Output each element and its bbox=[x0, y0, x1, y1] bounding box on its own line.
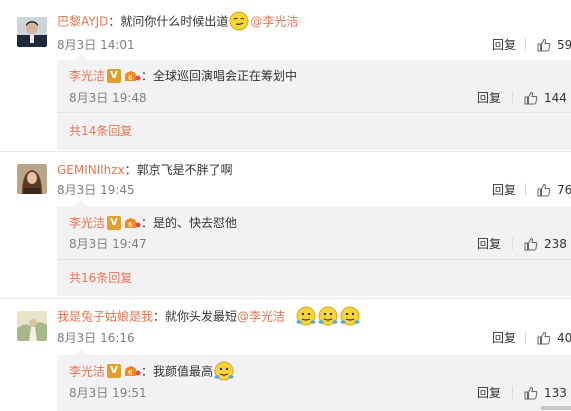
smirk-emoji-icon bbox=[229, 11, 249, 31]
sub-like-button[interactable]: 144 bbox=[524, 90, 567, 106]
divider bbox=[512, 91, 513, 104]
horizontal-scrollbar[interactable] bbox=[541, 406, 571, 410]
like-count: 133 bbox=[544, 386, 567, 400]
sub-reply-line: 李光洁 V 6 ：全球巡回演唱会正在筹划中 bbox=[69, 67, 297, 85]
comment-item: 我是兔子姑娘是我：就你头发最短@李光洁 8月3日 16:16 回复 40 李光洁… bbox=[0, 299, 571, 411]
svg-text:6: 6 bbox=[128, 369, 133, 377]
like-count: 59 bbox=[557, 38, 571, 52]
comment-text: ：就你头发最短 bbox=[153, 309, 238, 324]
more-replies-link[interactable]: 共16条回复 bbox=[69, 270, 132, 286]
sub-reply-time: 8月3日 19:51 bbox=[69, 386, 147, 400]
avatar[interactable] bbox=[17, 311, 47, 341]
reply-button[interactable]: 回复 bbox=[492, 37, 516, 53]
like-count: 238 bbox=[544, 237, 567, 251]
more-replies-link[interactable]: 共14条回复 bbox=[69, 123, 132, 139]
comment-text: ：就问你什么时候出道 bbox=[108, 14, 229, 29]
comment-item: GEMINIlhzx：郭京飞是不胖了啊 8月3日 19:45 回复 76 李光洁… bbox=[0, 152, 571, 296]
comment-item: 巴黎AYJD：就问你什么时候出道 @李光洁 8月3日 14:01 回复 59 李光… bbox=[0, 0, 571, 150]
svg-text:6: 6 bbox=[128, 74, 133, 82]
sub-reply-box: 李光洁 V 6 ：我颜值最高 8月3日 19:51 回复 133 bbox=[57, 349, 571, 411]
awkward-smile-emoji-icon bbox=[318, 306, 338, 326]
like-count: 76 bbox=[557, 183, 571, 197]
caret bbox=[75, 200, 87, 206]
member-level-icon: 6 bbox=[125, 366, 141, 377]
verified-v-icon: V bbox=[107, 215, 122, 230]
thumbs-up-icon bbox=[537, 38, 551, 52]
divider bbox=[525, 331, 526, 344]
comment-mention[interactable]: @李光洁 bbox=[250, 15, 298, 29]
thumbs-up-icon bbox=[524, 386, 538, 400]
thumbs-up-icon bbox=[524, 237, 538, 251]
emoji-group bbox=[295, 306, 361, 326]
sub-reply-button[interactable]: 回复 bbox=[477, 385, 501, 401]
comment-time: 8月3日 14:01 bbox=[57, 38, 135, 52]
sub-reply-username[interactable]: 李光洁 bbox=[69, 216, 105, 230]
avatar[interactable] bbox=[17, 164, 47, 194]
sub-reply-text: ：我颜值最高 bbox=[141, 364, 214, 379]
divider bbox=[57, 259, 571, 260]
divider bbox=[525, 38, 526, 51]
comment-mention[interactable]: @李光洁 bbox=[237, 310, 285, 324]
like-button[interactable]: 59 bbox=[537, 37, 571, 53]
awkward-smile-emoji-icon bbox=[214, 361, 234, 381]
sub-reply-text: ：全球巡回演唱会正在筹划中 bbox=[141, 69, 298, 83]
divider bbox=[512, 237, 513, 250]
caret bbox=[75, 349, 87, 355]
comment-text-line: GEMINIlhzx：郭京飞是不胖了啊 bbox=[57, 161, 233, 179]
sub-reply-username[interactable]: 李光洁 bbox=[69, 365, 105, 379]
sub-reply-line: 李光洁 V 6 ：我颜值最高 bbox=[69, 361, 235, 382]
sub-reply-button[interactable]: 回复 bbox=[477, 90, 501, 106]
comment-text: ：郭京飞是不胖了啊 bbox=[124, 163, 233, 177]
like-button[interactable]: 40 bbox=[537, 330, 571, 346]
awkward-smile-emoji-icon bbox=[340, 306, 360, 326]
sub-reply-text: ：是的、快去怼他 bbox=[141, 216, 238, 230]
comment-username[interactable]: GEMINIlhzx bbox=[57, 163, 125, 177]
thumbs-up-icon bbox=[537, 183, 551, 197]
sub-reply-line: 李光洁 V 6 ：是的、快去怼他 bbox=[69, 214, 237, 232]
like-count: 144 bbox=[544, 91, 567, 105]
divider bbox=[57, 112, 571, 113]
like-count: 40 bbox=[557, 331, 571, 345]
awkward-smile-emoji-icon bbox=[296, 306, 316, 326]
sub-like-button[interactable]: 238 bbox=[524, 236, 567, 252]
comment-time: 8月3日 19:45 bbox=[57, 183, 135, 197]
comment-text-line: 我是兔子姑娘是我：就你头发最短@李光洁 bbox=[57, 306, 361, 327]
member-level-icon: 6 bbox=[125, 70, 141, 82]
verified-v-icon: V bbox=[107, 364, 122, 378]
verified-v-icon: V bbox=[107, 68, 122, 83]
sub-like-button[interactable]: 133 bbox=[524, 385, 567, 401]
comment-username[interactable]: 我是兔子姑娘是我 bbox=[57, 310, 153, 324]
reply-button[interactable]: 回复 bbox=[492, 330, 516, 346]
comment-text-line: 巴黎AYJD：就问你什么时候出道 @李光洁 bbox=[57, 11, 298, 32]
like-button[interactable]: 76 bbox=[537, 182, 571, 198]
reply-button[interactable]: 回复 bbox=[492, 182, 516, 198]
caret bbox=[75, 54, 87, 60]
sub-reply-button[interactable]: 回复 bbox=[477, 236, 501, 252]
sub-reply-username[interactable]: 李光洁 bbox=[69, 69, 105, 83]
sub-reply-time: 8月3日 19:47 bbox=[69, 237, 147, 251]
thumbs-up-icon bbox=[524, 91, 538, 105]
divider bbox=[525, 183, 526, 196]
sub-reply-box: 李光洁 V 6 ：全球巡回演唱会正在筹划中 8月3日 19:48 回复 144 共14… bbox=[57, 54, 571, 150]
sub-reply-time: 8月3日 19:48 bbox=[69, 91, 147, 105]
member-level-icon: 6 bbox=[125, 217, 141, 229]
comment-username[interactable]: 巴黎AYJD bbox=[57, 15, 108, 29]
svg-text:6: 6 bbox=[128, 221, 133, 229]
comment-time: 8月3日 16:16 bbox=[57, 331, 135, 345]
sub-reply-box: 李光洁 V 6 ：是的、快去怼他 8月3日 19:47 回复 238 共16条回复 bbox=[57, 200, 571, 296]
divider bbox=[512, 386, 513, 399]
avatar[interactable] bbox=[17, 17, 47, 47]
thumbs-up-icon bbox=[537, 331, 551, 345]
